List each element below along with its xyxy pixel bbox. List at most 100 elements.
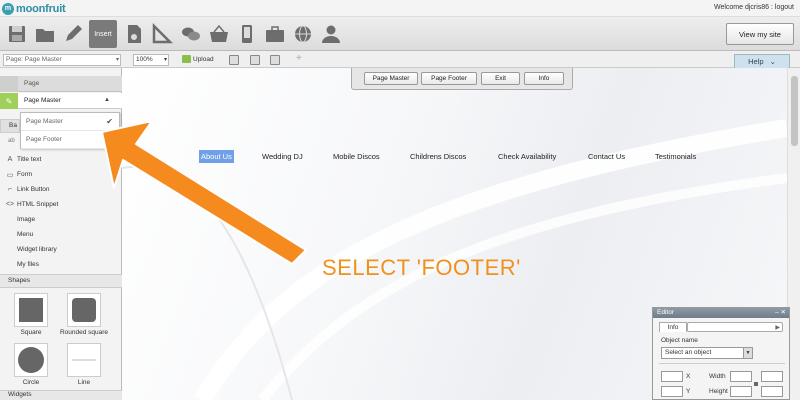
shape-label: Rounded square bbox=[59, 329, 109, 336]
nav-item-mobile-discos[interactable]: Mobile Discos bbox=[333, 152, 380, 161]
ruler-icon[interactable] bbox=[149, 20, 175, 48]
widget-html-snippet[interactable]: <> HTML Snippet bbox=[0, 197, 122, 212]
widget-label: My files bbox=[17, 261, 40, 268]
pen-icon[interactable] bbox=[60, 20, 86, 48]
rounded-square-shape[interactable] bbox=[67, 293, 101, 327]
mobile-icon[interactable] bbox=[234, 20, 260, 48]
circle-icon bbox=[18, 347, 44, 373]
page-label: Page bbox=[24, 80, 40, 87]
widgets-header[interactable]: Widgets bbox=[0, 390, 122, 400]
upload-icon bbox=[182, 55, 191, 63]
logo-text: moonfruit bbox=[16, 2, 66, 15]
welcome-text[interactable]: Welcome djcris86 : logout bbox=[714, 4, 794, 11]
page-select-value: Page: Page Master bbox=[6, 56, 62, 63]
tab-info[interactable]: Info bbox=[659, 322, 687, 332]
object-select-value: Select an object bbox=[665, 349, 712, 356]
rounded-square-icon bbox=[72, 298, 96, 322]
page-master-row[interactable]: ✎ Page Master ▲ bbox=[0, 93, 122, 109]
basket-icon[interactable] bbox=[206, 20, 232, 48]
shapes-header[interactable]: Shapes bbox=[0, 274, 122, 288]
object-select[interactable]: Select an object ▼ bbox=[661, 347, 753, 359]
globe-icon[interactable] bbox=[290, 20, 316, 48]
shape-label: Circle bbox=[22, 379, 40, 386]
form-icon: ▭ bbox=[6, 171, 14, 179]
widget-label: Image bbox=[17, 216, 36, 223]
play-icon[interactable]: ▶ bbox=[775, 324, 780, 331]
check-icon: ✔ bbox=[106, 117, 113, 126]
widget-link-button[interactable]: ⌐ Link Button bbox=[0, 182, 122, 197]
shape-label: Line bbox=[77, 379, 91, 386]
height-field[interactable] bbox=[730, 386, 752, 397]
scroll-thumb[interactable] bbox=[791, 76, 798, 146]
widget-menu[interactable]: Menu bbox=[0, 227, 122, 242]
folder-icon[interactable] bbox=[32, 20, 58, 48]
layers-icon[interactable] bbox=[270, 55, 280, 65]
basic-tab[interactable]: Ba bbox=[0, 119, 20, 133]
abc-label: ab bbox=[8, 138, 15, 144]
line-shape[interactable] bbox=[67, 343, 101, 377]
dropdown-item-label: Page Footer bbox=[26, 136, 62, 143]
dropdown-item-page-master[interactable]: Page Master ✔ bbox=[21, 113, 119, 131]
exit-button[interactable]: Exit bbox=[481, 72, 520, 85]
nav-item-about-us[interactable]: About Us bbox=[199, 150, 234, 163]
widget-label: Menu bbox=[17, 231, 34, 238]
width-label: Width bbox=[709, 373, 726, 380]
briefcase-icon[interactable] bbox=[262, 20, 288, 48]
insert-button[interactable]: Insert bbox=[89, 20, 117, 48]
widget-form[interactable]: ▭ Form bbox=[0, 167, 122, 182]
page-master-button[interactable]: Page Master bbox=[364, 72, 418, 85]
help-button[interactable]: Help ⌄ bbox=[734, 54, 790, 68]
lock-icon[interactable] bbox=[754, 382, 758, 386]
object-name-label: Object name bbox=[661, 337, 698, 344]
nav-item-wedding-dj[interactable]: Wedding DJ bbox=[262, 152, 303, 161]
widget-title-text[interactable]: A Title text bbox=[0, 152, 122, 167]
widget-label: HTML Snippet bbox=[17, 201, 59, 208]
x-field[interactable] bbox=[661, 371, 683, 382]
chevron-down-icon: ⌄ bbox=[769, 57, 776, 66]
nav-item-childrens-discos[interactable]: Childrens Discos bbox=[410, 152, 466, 161]
add-icon[interactable]: + bbox=[296, 53, 302, 64]
nav-item-contact-us[interactable]: Contact Us bbox=[588, 152, 625, 161]
user-icon[interactable] bbox=[318, 20, 344, 48]
widget-library[interactable]: Widget library bbox=[0, 242, 122, 257]
page-row[interactable]: Page bbox=[0, 76, 122, 92]
page-row-handle bbox=[0, 76, 18, 92]
square-icon bbox=[19, 298, 43, 322]
page-select[interactable]: Page: Page Master ▾ bbox=[3, 54, 121, 66]
width-field-2[interactable] bbox=[761, 371, 783, 382]
page-icon[interactable] bbox=[121, 20, 147, 48]
save-icon[interactable] bbox=[4, 20, 30, 48]
nav-item-check-availability[interactable]: Check Availability bbox=[498, 152, 556, 161]
page-type-dropdown: Page Master ✔ Page Footer bbox=[20, 112, 120, 149]
text-icon: A bbox=[7, 156, 13, 163]
dropdown-item-page-footer[interactable]: Page Footer bbox=[21, 131, 119, 149]
widget-label: Widget library bbox=[17, 246, 57, 253]
y-field[interactable] bbox=[661, 386, 683, 397]
logo[interactable]: m moonfruit bbox=[2, 2, 66, 15]
page-footer-button[interactable]: Page Footer bbox=[421, 72, 477, 85]
nav-item-testimonials[interactable]: Testimonials bbox=[655, 152, 696, 161]
link-icon: ⌐ bbox=[7, 186, 13, 193]
editor-title-bar[interactable]: Editor – ✕ bbox=[653, 308, 789, 318]
caret-up-icon: ▲ bbox=[104, 97, 110, 103]
secondary-toolbar: Page: Page Master ▾ 100% ▾ Upload + Help… bbox=[0, 51, 800, 68]
width-field[interactable] bbox=[730, 371, 752, 382]
zoom-value: 100% bbox=[136, 56, 153, 63]
zoom-select[interactable]: 100% ▾ bbox=[133, 54, 169, 66]
widget-label: Form bbox=[17, 171, 33, 178]
toolbar: Insert View my site bbox=[0, 17, 800, 51]
insert-label: Insert bbox=[94, 30, 112, 38]
upload-button[interactable]: Upload bbox=[182, 55, 214, 63]
widget-label: Link Button bbox=[17, 186, 50, 193]
square-shape[interactable] bbox=[14, 293, 48, 327]
widget-image[interactable]: Image bbox=[0, 212, 122, 227]
widget-my-files[interactable]: My files bbox=[0, 257, 122, 272]
info-button[interactable]: Info bbox=[524, 72, 564, 85]
copy-icon[interactable] bbox=[250, 55, 260, 65]
circle-shape[interactable] bbox=[14, 343, 48, 377]
height-field-2[interactable] bbox=[761, 386, 783, 397]
view-my-site-button[interactable]: View my site bbox=[726, 23, 794, 45]
trash-icon[interactable] bbox=[229, 55, 239, 65]
chat-icon[interactable] bbox=[178, 20, 204, 48]
editor-window-controls[interactable]: – ✕ bbox=[775, 308, 786, 318]
